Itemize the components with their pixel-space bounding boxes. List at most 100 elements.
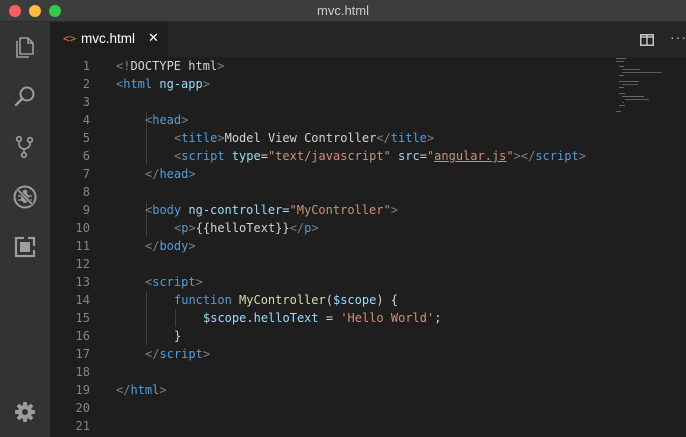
code-token: type <box>224 149 261 163</box>
code-line-14: function MyController($scope) { <box>174 291 398 309</box>
code-token: > <box>217 131 225 145</box>
code-token: = <box>282 203 290 217</box>
line-number: 1 <box>82 59 90 73</box>
code-token: ( <box>325 293 333 307</box>
code-token: = <box>419 149 427 163</box>
code-editor[interactable]: 1 2 3 4 5 6 7 8 9 10 11 12 13 14 15 16 17 18 19 20 21 <!DOCT… <box>50 57 686 437</box>
extensions-icon[interactable] <box>0 227 50 267</box>
debug-icon[interactable] <box>0 177 50 217</box>
line-number: 20 <box>75 401 90 415</box>
code-token: > <box>188 221 196 235</box>
code-token: head <box>159 167 189 181</box>
code-line-15: $scope.helloText = 'Hello World'; <box>203 309 441 327</box>
code-token: = <box>318 311 341 325</box>
line-number: 4 <box>82 113 90 127</box>
line-number: 10 <box>75 221 90 235</box>
code-token: DOCTYPE html <box>130 59 218 73</box>
code-token: $scope <box>203 311 247 325</box>
line-number: 11 <box>75 239 90 253</box>
code-token: </ <box>289 221 305 235</box>
code-token: script <box>152 275 196 289</box>
code-token: html <box>123 77 153 91</box>
line-number: 17 <box>75 347 90 361</box>
code-token: "MyController" <box>289 203 391 217</box>
code-line-6: <script type="text/javascript" src="angu… <box>174 147 586 165</box>
code-token: "text/javascript" <box>267 149 391 163</box>
line-number: 5 <box>82 131 90 145</box>
code-token: > <box>578 149 586 163</box>
code-token: MyController <box>239 293 326 307</box>
line-number: 16 <box>75 329 90 343</box>
code-link-token[interactable]: angular.js <box>434 149 506 163</box>
code-line-13: <script> <box>145 273 203 291</box>
code-token: title <box>181 131 218 145</box>
code-token: {{helloText}} <box>195 221 290 235</box>
editor-window: mvc.html <> mvc.html ✕ ··· 1 2 3 4 5 6 7… <box>0 0 686 437</box>
source-control-icon[interactable] <box>0 127 50 167</box>
code-token: </ <box>145 239 160 253</box>
line-number: 3 <box>82 95 90 109</box>
code-token: <! <box>116 59 131 73</box>
line-number: 9 <box>82 203 90 217</box>
explorer-icon[interactable] <box>0 27 50 67</box>
code-token: Model View Controller <box>224 131 377 145</box>
code-line-5: <title>Model View Controller</title> <box>174 129 434 147</box>
code-token: </ <box>145 347 160 361</box>
line-number: 13 <box>75 275 90 289</box>
close-tab-icon[interactable]: ✕ <box>148 30 159 46</box>
code-token: > <box>188 239 196 253</box>
tab-mvc-html[interactable]: <> mvc.html ✕ <box>50 22 168 57</box>
code-token: > <box>202 347 211 361</box>
line-number: 12 <box>75 257 90 271</box>
code-token: function <box>174 293 232 307</box>
code-line-4: <head> <box>145 111 188 129</box>
line-number: 19 <box>75 383 90 397</box>
code-token: > <box>159 383 167 397</box>
indent-guide <box>146 291 147 345</box>
code-token: . <box>246 311 254 325</box>
code-token: ; <box>434 311 442 325</box>
code-token: > <box>390 203 398 217</box>
code-token: > <box>195 275 203 289</box>
line-number: 14 <box>75 293 90 307</box>
html-file-icon: <> <box>63 32 77 45</box>
code-token: = <box>260 149 268 163</box>
code-line-11: </body> <box>145 237 196 255</box>
code-token: " <box>506 149 514 163</box>
split-editor-icon[interactable] <box>640 33 654 46</box>
code-token: ) { <box>376 293 399 307</box>
code-token: body <box>159 239 189 253</box>
code-line-17: </script> <box>145 345 210 363</box>
code-line-7: </head> <box>145 165 196 183</box>
code-token: html <box>130 383 160 397</box>
code-token: > <box>202 77 210 91</box>
minimap[interactable] <box>616 57 676 117</box>
code-token: $scope <box>332 293 377 307</box>
code-token: </ <box>376 131 391 145</box>
more-actions-icon[interactable]: ··· <box>670 29 686 45</box>
code-token: ></ <box>513 149 536 163</box>
code-line-10: <p>{{helloText}}</p> <box>174 219 319 237</box>
tab-label: mvc.html <box>81 31 135 46</box>
code-token: title <box>390 131 427 145</box>
code-line-16: } <box>174 327 181 345</box>
code-token: helloText <box>253 311 319 325</box>
line-number: 7 <box>82 167 90 181</box>
code-token: > <box>217 59 225 73</box>
line-number: 8 <box>82 185 90 199</box>
code-token: > <box>426 131 435 145</box>
settings-gear-icon[interactable] <box>0 392 50 432</box>
window-title: mvc.html <box>317 3 369 18</box>
search-icon[interactable] <box>0 77 50 117</box>
tabs-bar: <> mvc.html ✕ ··· <box>50 22 686 57</box>
line-number: 18 <box>75 365 90 379</box>
line-number: 21 <box>75 419 90 433</box>
code-line-19: </html> <box>116 381 167 399</box>
code-token: > <box>181 113 189 127</box>
code-token: head <box>152 113 182 127</box>
code-token: </ <box>145 167 160 181</box>
indent-guide <box>175 309 176 327</box>
code-token: </ <box>116 383 131 397</box>
code-token: script <box>181 149 225 163</box>
line-number: 6 <box>82 149 90 163</box>
